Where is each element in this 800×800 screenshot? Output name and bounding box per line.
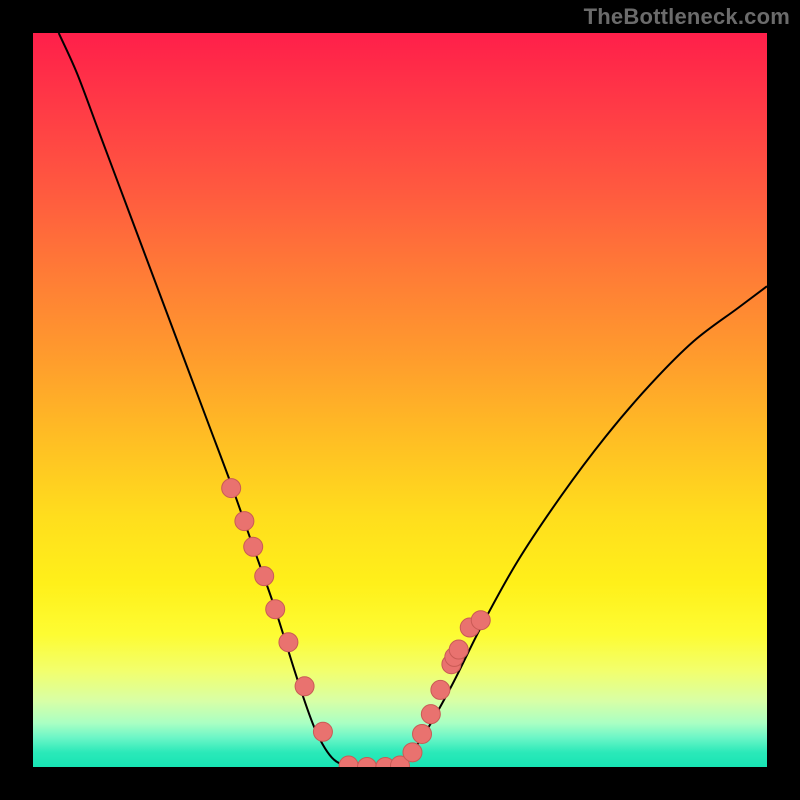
sample-point xyxy=(403,743,422,762)
sample-point xyxy=(313,722,332,741)
sample-point xyxy=(339,756,358,767)
sample-point xyxy=(244,537,263,556)
sample-point xyxy=(279,633,298,652)
sample-point xyxy=(235,512,254,531)
sample-point xyxy=(295,677,314,696)
sample-points-group xyxy=(222,479,491,767)
sample-point xyxy=(431,680,450,699)
sample-point xyxy=(357,758,376,768)
sample-point xyxy=(449,640,468,659)
sample-point xyxy=(413,724,432,743)
chart-svg xyxy=(33,33,767,767)
sample-point xyxy=(421,705,440,724)
chart-frame: TheBottleneck.com xyxy=(0,0,800,800)
plot-area xyxy=(33,33,767,767)
sample-point xyxy=(255,567,274,586)
sample-point xyxy=(471,611,490,630)
sample-point xyxy=(222,479,241,498)
watermark-label: TheBottleneck.com xyxy=(584,4,790,30)
bottleneck-curve xyxy=(59,33,767,767)
sample-point xyxy=(266,600,285,619)
